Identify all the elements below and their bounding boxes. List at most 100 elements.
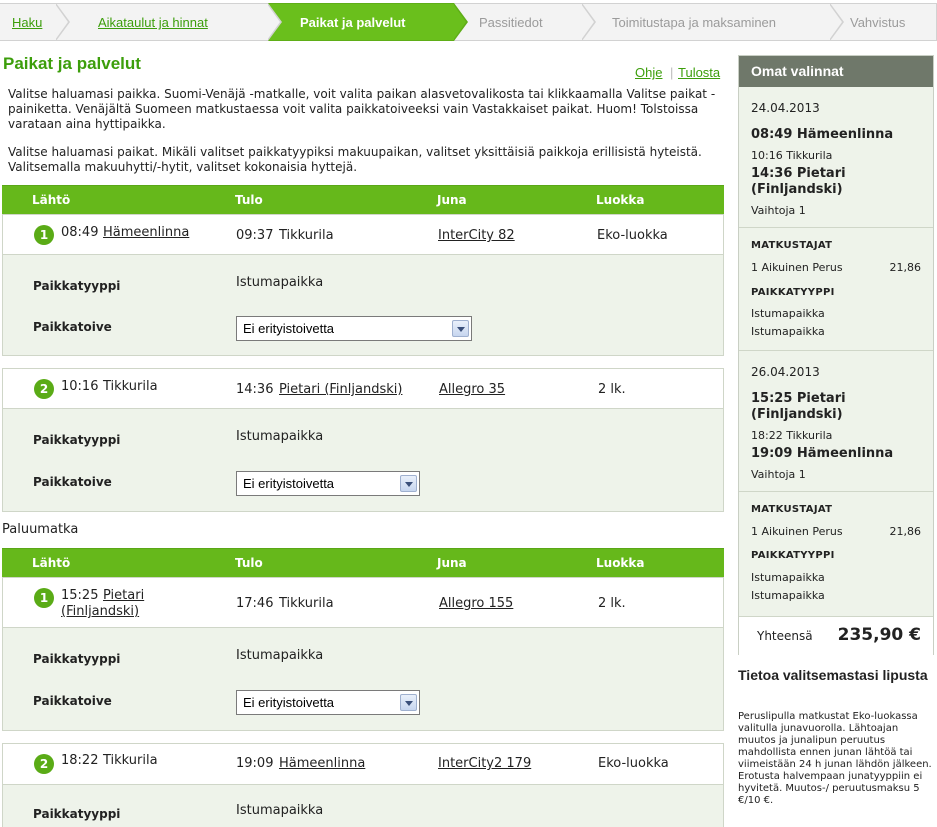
return-leg-1: 1 15:25 Pietari (Finljandski) 17:46 Tikk…: [2, 577, 724, 731]
departure-time: 08:49: [61, 225, 99, 240]
total-label: Yhteensä: [757, 629, 813, 643]
departure-time: 10:16: [61, 379, 99, 394]
seat-type-label: Paikkatyyppi: [33, 652, 121, 666]
trip-arrival-cont: (Finljandski): [751, 182, 843, 197]
passengers-caption: MATKUSTAJAT: [751, 240, 833, 251]
print-link[interactable]: Tulosta: [678, 65, 720, 80]
arrival-station-link[interactable]: Hämeenlinna: [279, 756, 365, 772]
arrival-time: 09:37: [236, 228, 274, 243]
step-delivery-payment-label: Toimitustapa ja maksaminen: [612, 15, 777, 30]
train-link[interactable]: InterCity2 179: [438, 756, 531, 772]
arrival-station-link[interactable]: Pietari (Finljandski): [279, 382, 402, 398]
travel-class: 2 lk.: [598, 596, 626, 611]
col-class: Luokka: [596, 193, 645, 207]
leg-row: 1 15:25 Pietari (Finljandski) 17:46 Tikk…: [3, 578, 723, 628]
step-haku-label: Haku: [12, 15, 43, 30]
departure-time: 18:22: [61, 753, 99, 768]
sidebar-trip-2: 26.04.2013 15:25 Pietari (Finljandski) 1…: [739, 351, 933, 616]
seattype-item: Istumapaikka: [751, 307, 825, 320]
seat-type-label: Paikkatyyppi: [33, 807, 121, 821]
trip-arrival: 14:36 Pietari: [751, 166, 846, 181]
seat-pref-selected: Ei erityistoivetta: [243, 695, 335, 710]
seat-type-value: Istumapaikka: [236, 803, 324, 818]
seat-pref-select[interactable]: Ei erityistoivetta: [236, 471, 420, 496]
arrival-station: Tikkurila: [279, 596, 334, 611]
col-departure: Lähtö: [32, 193, 71, 207]
travel-class: Eko-luokka: [598, 756, 669, 771]
chevron-down-icon[interactable]: [400, 475, 417, 492]
departure-station-link[interactable]: Hämeenlinna: [103, 225, 189, 241]
seat-pref-select[interactable]: Ei erityistoivetta: [236, 316, 472, 341]
passengers-caption: MATKUSTAJAT: [751, 504, 833, 515]
outbound-leg-2: 2 10:16 Tikkurila 14:36 Pietari (Finljan…: [2, 368, 724, 512]
selections-sidebar: Omat valinnat 24.04.2013 08:49 Hämeenlin…: [738, 55, 934, 655]
trip-departure-cont: (Finljandski): [751, 407, 843, 422]
seattype-caption: PAIKKATYYPPI: [751, 550, 835, 561]
leg-number-badge: 2: [34, 754, 54, 774]
departure-station-link[interactable]: Pietari: [103, 588, 144, 604]
passenger-price: 21,86: [889, 261, 922, 274]
step-confirmation: Vahvistus: [830, 3, 937, 41]
trip-departure: 15:25 Pietari: [751, 391, 846, 406]
step-schedules[interactable]: Aikataulut ja hinnat: [56, 3, 282, 41]
step-haku[interactable]: Haku: [0, 3, 70, 41]
seattype-item: Istumapaikka: [751, 325, 825, 338]
seattype-item: Istumapaikka: [751, 589, 825, 602]
step-seats-services-label: Paikat ja palvelut: [300, 15, 406, 30]
arrival-station: Tikkurila: [279, 228, 334, 243]
total-amount: 235,90 €: [837, 625, 921, 645]
col-class: Luokka: [596, 556, 645, 570]
arrival-time: 17:46: [236, 596, 274, 611]
divider: [739, 227, 933, 228]
col-departure: Lähtö: [32, 556, 71, 570]
travel-class: 2 lk.: [598, 382, 626, 397]
seat-type-value: Istumapaikka: [236, 648, 324, 663]
leg-number-badge: 1: [34, 588, 54, 608]
intro-text-1: Valitse haluamasi paikka. Suomi-Venäjä -…: [8, 87, 716, 131]
link-separator: |: [670, 65, 674, 80]
trip-date: 24.04.2013: [751, 101, 820, 115]
page-title: Paikat ja palvelut: [3, 54, 141, 73]
seat-pref-label: Paikkatoive: [33, 320, 112, 334]
return-trip-label: Paluumatka: [2, 522, 79, 537]
seat-pref-label: Paikkatoive: [33, 475, 112, 489]
departure-station: Tikkurila: [103, 753, 158, 768]
col-train: Juna: [437, 556, 467, 570]
step-delivery-payment: Toimitustapa ja maksaminen: [582, 3, 844, 41]
chevron-down-icon[interactable]: [400, 694, 417, 711]
train-link[interactable]: InterCity 82: [438, 228, 515, 244]
seat-pref-label: Paikkatoive: [33, 694, 112, 708]
departure-station-link-cont[interactable]: (Finljandski): [61, 604, 139, 620]
step-seats-services: Paikat ja palvelut: [268, 3, 468, 41]
leg-number-badge: 1: [34, 225, 54, 245]
trip-via: 18:22 Tikkurila: [751, 429, 833, 442]
seat-pref-selected: Ei erityistoivetta: [243, 476, 335, 491]
passenger-type: 1 Aikuinen Perus: [751, 261, 843, 274]
step-confirmation-label: Vahvistus: [850, 15, 906, 30]
passenger-price: 21,86: [889, 525, 922, 538]
departure-time: 15:25: [61, 588, 99, 603]
chevron-down-icon[interactable]: [452, 320, 469, 337]
seat-type-value: Istumapaikka: [236, 429, 324, 444]
train-link[interactable]: Allegro 155: [439, 596, 513, 612]
sidebar-trip-1: 24.04.2013 08:49 Hämeenlinna 10:16 Tikku…: [739, 87, 933, 350]
trip-departure: 08:49 Hämeenlinna: [751, 127, 894, 142]
travel-class: Eko-luokka: [597, 228, 668, 243]
seat-type-label: Paikkatyyppi: [33, 279, 121, 293]
outbound-leg-1: 1 08:49 Hämeenlinna 09:37 Tikkurila Inte…: [2, 214, 724, 356]
divider: [739, 491, 933, 492]
seat-type-label: Paikkatyyppi: [33, 433, 121, 447]
leg-row: 1 08:49 Hämeenlinna 09:37 Tikkurila Inte…: [3, 215, 723, 255]
trip-changes: Vaihtoja 1: [751, 468, 806, 481]
return-leg-2: 2 18:22 Tikkurila 19:09 Hämeenlinna Inte…: [2, 743, 724, 827]
passenger-type: 1 Aikuinen Perus: [751, 525, 843, 538]
sidebar-title: Omat valinnat: [739, 56, 933, 87]
seat-pref-select[interactable]: Ei erityistoivetta: [236, 690, 420, 715]
progress-steps: Haku Aikataulut ja hinnat Paikat ja palv…: [0, 3, 937, 41]
trip-changes: Vaihtoja 1: [751, 204, 806, 217]
return-table-header: Lähtö Tulo Juna Luokka: [2, 548, 724, 577]
help-link[interactable]: Ohje: [635, 65, 662, 80]
leg-row: 2 18:22 Tikkurila 19:09 Hämeenlinna Inte…: [3, 744, 723, 785]
seattype-item: Istumapaikka: [751, 571, 825, 584]
train-link[interactable]: Allegro 35: [439, 382, 505, 398]
